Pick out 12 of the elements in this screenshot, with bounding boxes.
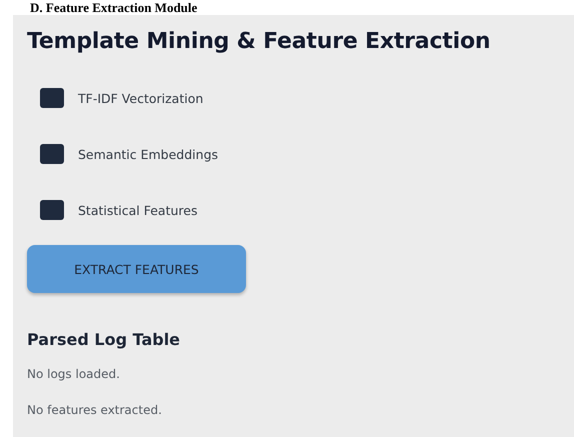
status-message: No logs loaded.: [27, 367, 121, 381]
panel-title: Template Mining & Feature Extraction: [27, 29, 492, 54]
checkbox-label: TF-IDF Vectorization: [78, 90, 204, 106]
status-message: No features extracted.: [27, 403, 163, 417]
checkbox[interactable]: [40, 144, 64, 164]
checkbox-label: Semantic Embeddings: [78, 146, 218, 162]
checkbox-label: Statistical Features: [78, 202, 198, 218]
page-heading: D. Feature Extraction Module: [29, 0, 198, 15]
checkbox[interactable]: [40, 88, 64, 108]
section-title: Parsed Log Table: [27, 330, 182, 349]
checkbox[interactable]: [40, 200, 64, 220]
extract-button[interactable]: EXTRACT FEATURES: [27, 245, 246, 293]
